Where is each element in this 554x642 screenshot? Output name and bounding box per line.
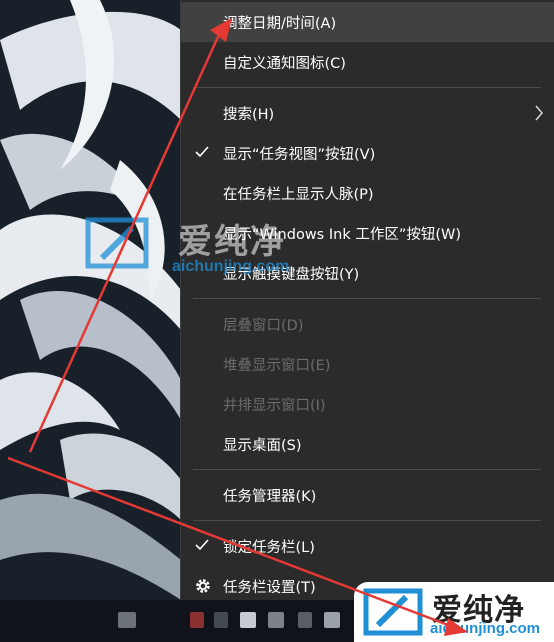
taskbar-context-menu: 调整日期/时间(A) 自定义通知图标(C) 搜索(H) 显示“任务视图”按钮(V… xyxy=(181,0,554,600)
taskbar-app-icon[interactable] xyxy=(118,612,136,628)
menu-item-side-by-side-windows: 并排显示窗口(I) xyxy=(181,384,554,424)
watermark-logo-icon xyxy=(363,588,423,636)
menu-item-stack-windows: 堆叠显示窗口(E) xyxy=(181,344,554,384)
check-icon xyxy=(195,146,209,158)
menu-item-label: 并排显示窗口(I) xyxy=(223,397,326,414)
menu-item-customize-notification-icons[interactable]: 自定义通知图标(C) xyxy=(181,42,554,82)
menu-item-label: 锁定任务栏(L) xyxy=(223,539,315,556)
menu-separator xyxy=(193,298,541,299)
watermark-badge: 爱纯净 aichunjing.com xyxy=(354,582,554,642)
menu-item-label: 显示桌面(S) xyxy=(223,437,302,454)
menu-item-task-manager[interactable]: 任务管理器(K) xyxy=(181,475,554,515)
menu-item-lock-taskbar[interactable]: 锁定任务栏(L) xyxy=(181,526,554,566)
watermark-url: aichunjing.com xyxy=(430,620,541,637)
gear-icon xyxy=(196,579,210,593)
check-icon xyxy=(195,539,209,551)
taskbar-app-icon[interactable] xyxy=(240,612,256,628)
menu-item-show-desktop[interactable]: 显示桌面(S) xyxy=(181,424,554,464)
watermark-logo: 爱纯净 aichunjing.com xyxy=(82,214,332,276)
watermark-logo-icon xyxy=(85,217,149,269)
menu-separator xyxy=(193,87,541,88)
menu-item-label: 堆叠显示窗口(E) xyxy=(223,357,331,374)
menu-item-adjust-date-time[interactable]: 调整日期/时间(A) xyxy=(181,2,554,42)
menu-separator xyxy=(193,469,541,470)
menu-item-label: 搜索(H) xyxy=(223,106,275,123)
watermark-brand: 爱纯净 xyxy=(178,223,286,261)
menu-item-label: 显示“任务视图”按钮(V) xyxy=(223,146,376,163)
menu-item-cascade-windows: 层叠窗口(D) xyxy=(181,304,554,344)
menu-item-label: 任务管理器(K) xyxy=(223,488,317,505)
menu-item-show-task-view-button[interactable]: 显示“任务视图”按钮(V) xyxy=(181,133,554,173)
taskbar-app-icon[interactable] xyxy=(190,612,204,628)
taskbar-app-icon[interactable] xyxy=(324,612,340,628)
menu-item-search[interactable]: 搜索(H) xyxy=(181,93,554,133)
taskbar-app-icon[interactable] xyxy=(298,612,312,628)
menu-separator xyxy=(193,520,541,521)
chevron-right-icon xyxy=(535,105,543,121)
watermark-url: aichunjing.com xyxy=(172,258,290,275)
menu-item-label: 层叠窗口(D) xyxy=(223,317,304,334)
menu-item-label: 在任务栏上显示人脉(P) xyxy=(223,186,374,203)
taskbar-app-icon[interactable] xyxy=(214,612,228,628)
menu-item-label: 自定义通知图标(C) xyxy=(223,55,346,72)
menu-item-show-people[interactable]: 在任务栏上显示人脉(P) xyxy=(181,173,554,213)
menu-item-label: 任务栏设置(T) xyxy=(223,579,316,596)
menu-item-label: 调整日期/时间(A) xyxy=(223,15,337,32)
taskbar-app-icon[interactable] xyxy=(268,612,284,628)
